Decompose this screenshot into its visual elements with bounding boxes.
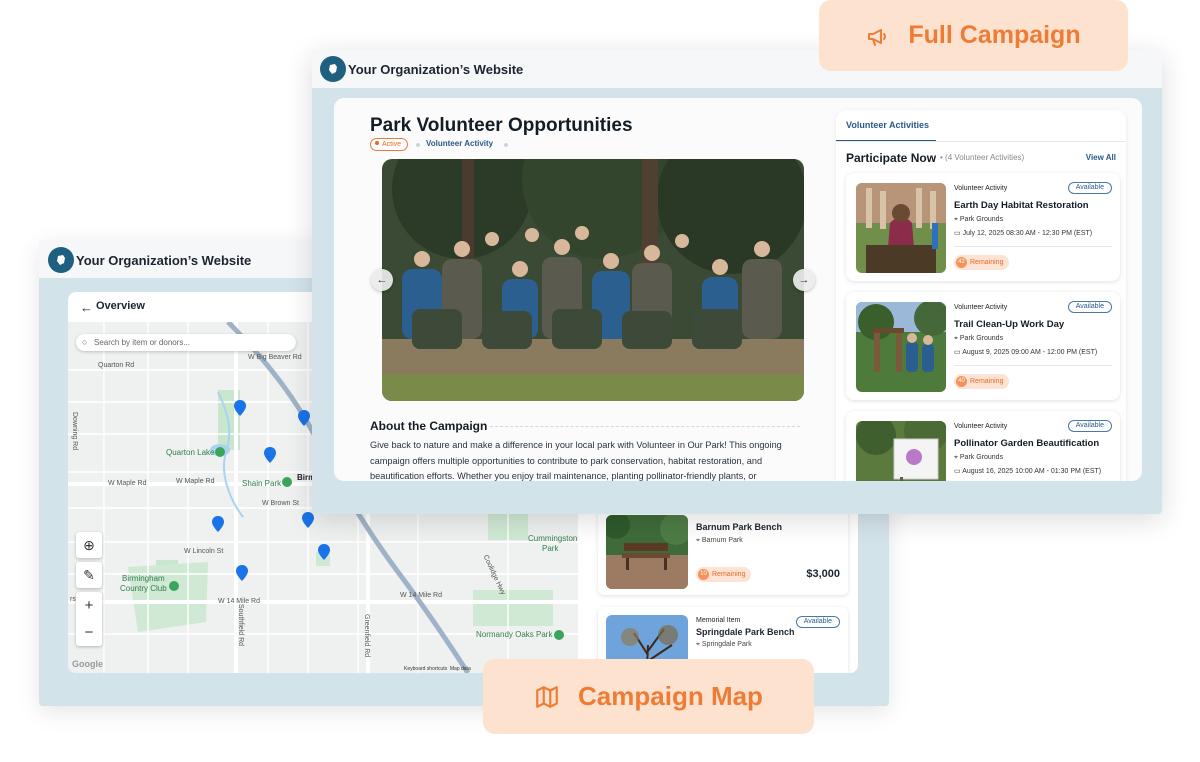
item-price: $3,000 bbox=[806, 568, 840, 580]
activity-title: Trail Clean-Up Work Day bbox=[954, 319, 1065, 330]
map-label: W Brown St bbox=[262, 500, 299, 507]
map-label: W Maple Rd bbox=[108, 480, 147, 487]
activity-thumbnail bbox=[856, 421, 946, 481]
map-label: Quarton Lake bbox=[166, 448, 215, 457]
draw-icon[interactable]: ✎ bbox=[76, 562, 102, 588]
activity-type: Volunteer Activity bbox=[954, 185, 1008, 192]
campaign-panel: Park Volunteer Opportunities Active Volu… bbox=[334, 98, 1142, 481]
arrow-left-icon[interactable]: ← bbox=[80, 300, 93, 315]
search-icon: ○ bbox=[82, 337, 88, 347]
tab-volunteer-activities[interactable]: Volunteer Activities bbox=[846, 120, 929, 130]
list-item[interactable]: Barnum Park Bench ⌖ Barnum Park 10 Remain… bbox=[598, 507, 848, 595]
activity-date: ▭ August 16, 2025 10:00 AM - 01:30 PM (E… bbox=[954, 468, 1102, 475]
activity-date: ▭ July 12, 2025 08:30 AM - 12:30 PM (EST… bbox=[954, 230, 1093, 237]
activity-card[interactable]: Volunteer Activity Available Trail Clean… bbox=[846, 292, 1120, 400]
item-type: Memorial Item bbox=[696, 617, 741, 624]
activity-card[interactable]: Volunteer Activity Available Pollinator … bbox=[846, 411, 1120, 481]
map-label: Country Club bbox=[120, 584, 167, 593]
item-location: ⌖ Springdale Park bbox=[696, 641, 752, 648]
activity-thumbnail bbox=[856, 302, 946, 392]
google-logo: Google bbox=[72, 659, 103, 669]
activity-location: ⌖ Park Grounds bbox=[954, 454, 1004, 461]
locate-icon[interactable]: ⊕ bbox=[76, 532, 102, 558]
logo-icon bbox=[320, 56, 346, 82]
activity-thumbnail bbox=[856, 183, 946, 273]
map-label: W Maple Rd bbox=[176, 478, 215, 485]
zoom-in-button[interactable]: + bbox=[76, 592, 102, 619]
activity-title: Pollinator Garden Beautification bbox=[954, 438, 1100, 449]
status-badge: Available bbox=[1067, 301, 1112, 313]
status-badge: Available bbox=[1067, 182, 1112, 194]
remaining-badge: 40 Remaining bbox=[954, 374, 1010, 389]
map-label: Southfield Rd bbox=[237, 604, 244, 647]
map-attribution[interactable]: Keyboard shortcuts Map data bbox=[404, 666, 471, 672]
logo-icon bbox=[48, 247, 74, 273]
campaign-map-pill: Campaign Map bbox=[483, 659, 814, 734]
full-campaign-window: Your Organization’s Website Park Volunte… bbox=[312, 50, 1162, 514]
activity-title: Earth Day Habitat Restoration bbox=[954, 200, 1089, 211]
map-label: Downing Rd bbox=[71, 412, 78, 451]
separator-dot bbox=[504, 143, 508, 147]
overview-back-link[interactable]: Overview bbox=[96, 300, 145, 312]
remaining-badge: 42 Remaining bbox=[954, 255, 1010, 270]
campaign-hero-image bbox=[382, 159, 804, 401]
separator-dot bbox=[416, 143, 420, 147]
zoom-control[interactable]: + − bbox=[76, 592, 102, 646]
remaining-badge: 10 Remaining bbox=[696, 567, 752, 582]
full-campaign-pill: Full Campaign bbox=[819, 0, 1128, 71]
activity-location: ⌖ Park Grounds bbox=[954, 335, 1004, 342]
item-location: ⌖ Barnum Park bbox=[696, 537, 743, 544]
divider bbox=[490, 426, 800, 427]
divider bbox=[836, 141, 1126, 142]
map-label: Quarton Rd bbox=[98, 362, 135, 369]
activities-panel: Volunteer Activities Participate Now • (… bbox=[836, 110, 1126, 481]
site-title[interactable]: Your Organization’s Website bbox=[76, 253, 251, 268]
map-label: W Big Beaver Rd bbox=[248, 354, 302, 361]
section-title: Participate Now bbox=[846, 151, 937, 165]
carousel-prev-button[interactable]: ← bbox=[371, 269, 393, 291]
map-label: Cummingston bbox=[528, 534, 578, 543]
carousel-next-button[interactable]: → bbox=[793, 269, 815, 291]
status-badge: Available bbox=[795, 616, 840, 628]
view-all-link[interactable]: View All bbox=[1086, 153, 1116, 162]
campaign-map-label: Campaign Map bbox=[578, 681, 763, 711]
activity-type: Volunteer Activity bbox=[954, 423, 1008, 430]
item-thumbnail bbox=[606, 515, 688, 589]
divider bbox=[954, 246, 1112, 247]
map-label: Park bbox=[542, 544, 559, 553]
item-title: Springdale Park Bench bbox=[696, 627, 795, 637]
megaphone-icon bbox=[868, 28, 887, 46]
about-text: Give back to nature and make a differenc… bbox=[370, 440, 782, 481]
map-header: ← Overview bbox=[68, 292, 328, 322]
activity-count: • (4 Volunteer Activities) bbox=[940, 153, 1025, 162]
map-label: Shain Park bbox=[242, 479, 282, 488]
zoom-out-button[interactable]: − bbox=[76, 619, 102, 646]
map-label: W Lincoln St bbox=[184, 548, 224, 555]
activity-date: ▭ August 9, 2025 09:00 AM - 12:00 PM (ES… bbox=[954, 349, 1098, 356]
search-placeholder: Search by item or donors... bbox=[94, 338, 191, 347]
activity-type: Volunteer Activity bbox=[954, 304, 1008, 311]
site-title[interactable]: Your Organization’s Website bbox=[348, 62, 523, 77]
status-badge: Active bbox=[370, 138, 409, 151]
about-heading: About the Campaign bbox=[370, 419, 488, 433]
map-label: rs bbox=[70, 596, 76, 603]
status-badge: Available bbox=[1067, 420, 1112, 432]
search-input[interactable]: ○ Search by item or donors... bbox=[76, 334, 296, 351]
activity-card[interactable]: Volunteer Activity Available Earth Day H… bbox=[846, 173, 1120, 281]
activity-location: ⌖ Park Grounds bbox=[954, 216, 1004, 223]
full-campaign-label: Full Campaign bbox=[908, 21, 1081, 49]
divider bbox=[954, 365, 1112, 366]
map-label: Normandy Oaks Park bbox=[476, 630, 553, 639]
campaign-type-link[interactable]: Volunteer Activity bbox=[426, 139, 493, 148]
map-label: W 14 Mile Rd bbox=[400, 592, 443, 599]
map-label: Greenfield Rd bbox=[363, 614, 370, 658]
page-title: Park Volunteer Opportunities bbox=[370, 115, 633, 136]
item-title: Barnum Park Bench bbox=[696, 522, 783, 532]
map-label: Birmingham bbox=[122, 574, 165, 583]
map-icon bbox=[536, 685, 558, 708]
